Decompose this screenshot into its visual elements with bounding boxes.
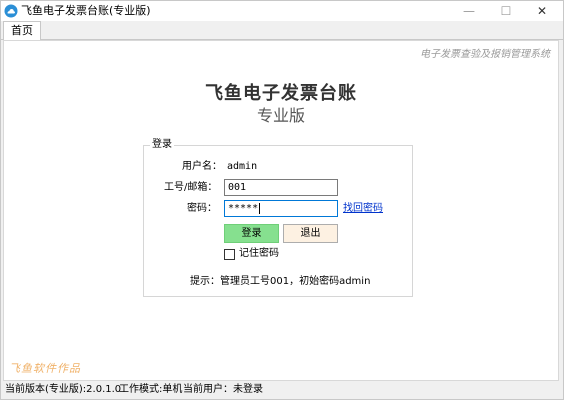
close-button[interactable]: ✕ [527, 1, 557, 21]
app-cloud-icon [4, 4, 18, 18]
employee-id-value: 001 [228, 182, 247, 193]
login-group: 登录 用户名： admin 工号/邮箱： 001 密码： ***** 找回密码 … [143, 138, 413, 297]
exit-button[interactable]: 退出 [283, 224, 338, 243]
remember-password-checkbox[interactable] [224, 249, 235, 260]
edition-label: 专业版 [256, 106, 305, 125]
employee-id-field[interactable]: 001 [224, 179, 338, 196]
remember-password-label[interactable]: 记住密码 [239, 247, 279, 261]
app-window: 飞鱼电子发票台账(专业版) — ☐ ✕ 首页 电子发票查验及报销管理系统 飞鱼电… [0, 0, 564, 400]
login-hint: 提示：管理员工号001，初始密码admin [190, 276, 371, 287]
password-field[interactable]: ***** [224, 200, 338, 217]
username-value: admin [227, 161, 258, 172]
status-user: 当前用户：未登录 [183, 384, 263, 395]
status-mode: 工作模式:单机 [119, 384, 183, 395]
tab-strip: 首页 [1, 21, 563, 41]
username-label: 用户名： [182, 161, 222, 172]
maximize-button[interactable]: ☐ [491, 1, 521, 21]
login-button[interactable]: 登录 [224, 224, 279, 243]
login-group-label: 登录 [150, 138, 174, 152]
forgot-password-link[interactable]: 找回密码 [343, 202, 383, 216]
system-tagline: 电子发票查验及报销管理系统 [420, 49, 550, 60]
status-version: 当前版本(专业版):2.0.1.0 [5, 384, 122, 395]
employee-id-label: 工号/邮箱： [164, 182, 218, 193]
title-bar[interactable]: 飞鱼电子发票台账(专业版) — ☐ ✕ [1, 1, 563, 21]
password-label: 密码： [187, 203, 217, 214]
tab-home[interactable]: 首页 [3, 21, 41, 41]
vendor-watermark: 飞鱼软件作品 [9, 362, 81, 375]
minimize-button[interactable]: — [454, 1, 484, 21]
status-bar: 当前版本(专业版):2.0.1.0 工作模式:单机 当前用户：未登录 [1, 381, 563, 399]
text-caret [259, 202, 261, 214]
window-title: 飞鱼电子发票台账(专业版) [21, 4, 151, 17]
password-value: ***** [228, 203, 259, 214]
home-panel: 电子发票查验及报销管理系统 飞鱼电子发票台账 专业版 登录 用户名： admin… [3, 40, 559, 381]
